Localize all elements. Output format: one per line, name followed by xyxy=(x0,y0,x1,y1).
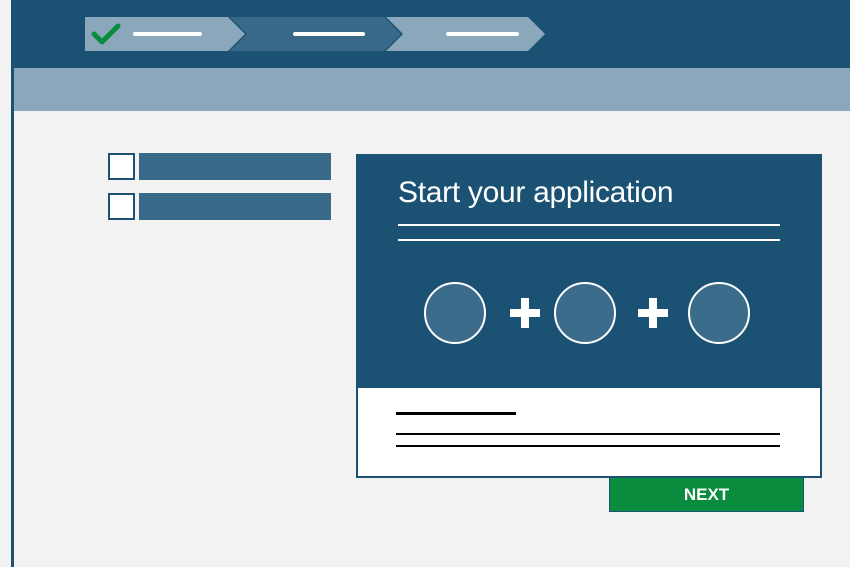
text-placeholder-line xyxy=(396,445,780,447)
step-circle-icon xyxy=(554,282,616,344)
application-card: Start your application xyxy=(356,154,822,478)
text-placeholder-short xyxy=(396,412,516,415)
title-underline xyxy=(398,224,780,226)
checkbox[interactable] xyxy=(108,153,135,180)
next-button[interactable]: NEXT xyxy=(609,477,804,512)
checklist-item[interactable] xyxy=(108,193,331,220)
title-underline xyxy=(398,239,780,241)
plus-icon xyxy=(510,298,540,328)
checkbox[interactable] xyxy=(108,193,135,220)
sub-header-bar xyxy=(11,68,850,111)
app-window: Start your application NEXT xyxy=(0,0,850,567)
checklist-item-label xyxy=(139,153,331,180)
card-header: Start your application xyxy=(358,156,820,388)
text-placeholder-line xyxy=(396,433,780,435)
progress-stepper xyxy=(85,17,545,51)
window-edge xyxy=(11,0,14,567)
checklist-item-label xyxy=(139,193,331,220)
step-circle-icon xyxy=(424,282,486,344)
checklist-item[interactable] xyxy=(108,153,331,180)
card-title: Start your application xyxy=(398,176,674,209)
step-circle-icon xyxy=(688,282,750,344)
plus-icon xyxy=(638,298,668,328)
